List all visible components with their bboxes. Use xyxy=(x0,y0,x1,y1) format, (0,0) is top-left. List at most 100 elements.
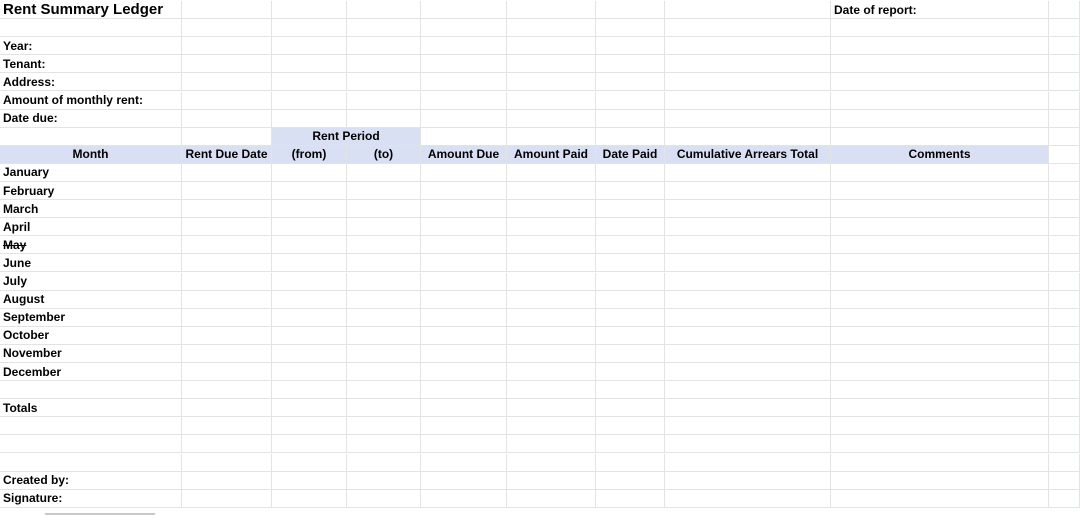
cell-r3-c8[interactable] xyxy=(831,55,1049,74)
month-september[interactable]: September xyxy=(0,308,182,327)
cell-r3-c5[interactable] xyxy=(507,55,596,74)
cell-r22-c8[interactable] xyxy=(831,399,1049,418)
cell-r1-c4[interactable] xyxy=(421,19,507,38)
cell-r21-c0[interactable] xyxy=(0,381,182,400)
cell-r9-c1[interactable] xyxy=(182,163,272,182)
cell-r19-c1[interactable] xyxy=(182,344,272,363)
cell-r19-c4[interactable] xyxy=(421,344,507,363)
cell-r10-c1[interactable] xyxy=(182,182,272,201)
cell-r10-c7[interactable] xyxy=(665,182,831,201)
cell-r12-c3[interactable] xyxy=(347,218,421,237)
cell-r4-c5[interactable] xyxy=(507,73,596,92)
cell-r26-c8[interactable] xyxy=(831,471,1049,490)
cell-r2-c8[interactable] xyxy=(831,37,1049,56)
cell-r23-c9[interactable] xyxy=(1049,417,1080,436)
cell-r12-c4[interactable] xyxy=(421,218,507,237)
cell-r1-c5[interactable] xyxy=(507,19,596,38)
cell-r0-c9[interactable] xyxy=(1049,1,1080,20)
cell-r23-c7[interactable] xyxy=(665,417,831,436)
cell-r22-c1[interactable] xyxy=(182,399,272,418)
cell-r16-c3[interactable] xyxy=(347,290,421,309)
cell-r6-c1[interactable] xyxy=(182,109,272,128)
cell-r24-c7[interactable] xyxy=(665,435,831,454)
cell-r23-c3[interactable] xyxy=(347,417,421,436)
cell-r6-c9[interactable] xyxy=(1049,109,1080,128)
cell-r6-c8[interactable] xyxy=(831,109,1049,128)
cell-r14-c5[interactable] xyxy=(507,254,596,273)
month-july[interactable]: July xyxy=(0,272,182,291)
cell-r19-c6[interactable] xyxy=(596,344,665,363)
cell-r12-c2[interactable] xyxy=(272,218,347,237)
cell-r5-c4[interactable] xyxy=(421,91,507,110)
cell-r26-c1[interactable] xyxy=(182,471,272,490)
cell-r15-c9[interactable] xyxy=(1049,272,1080,291)
cell-r6-c4[interactable] xyxy=(421,109,507,128)
cell-r13-c2[interactable] xyxy=(272,236,347,255)
cell-r7-c0[interactable] xyxy=(0,127,182,146)
cell-r11-c7[interactable] xyxy=(665,200,831,219)
cell-r2-c1[interactable] xyxy=(182,37,272,56)
cell-r1-c2[interactable] xyxy=(272,19,347,38)
cell-r2-c2[interactable] xyxy=(272,37,347,56)
cell-r26-c9[interactable] xyxy=(1049,471,1080,490)
cell-r21-c4[interactable] xyxy=(421,381,507,400)
cell-r3-c1[interactable] xyxy=(182,55,272,74)
month-january[interactable]: January xyxy=(0,163,182,182)
month-header[interactable]: Month xyxy=(0,145,182,164)
cell-r3-c3[interactable] xyxy=(347,55,421,74)
address-label[interactable]: Address: xyxy=(0,73,182,92)
cell-r20-c7[interactable] xyxy=(665,363,831,382)
cell-r11-c2[interactable] xyxy=(272,200,347,219)
cell-r24-c1[interactable] xyxy=(182,435,272,454)
month-october[interactable]: October xyxy=(0,326,182,345)
cell-r0-c1[interactable] xyxy=(182,1,272,20)
cell-r20-c4[interactable] xyxy=(421,363,507,382)
cell-r24-c3[interactable] xyxy=(347,435,421,454)
cell-r27-c2[interactable] xyxy=(272,489,347,508)
cell-r25-c4[interactable] xyxy=(421,453,507,472)
cell-r23-c2[interactable] xyxy=(272,417,347,436)
cell-r19-c7[interactable] xyxy=(665,344,831,363)
cell-r1-c9[interactable] xyxy=(1049,19,1080,38)
cell-r4-c6[interactable] xyxy=(596,73,665,92)
cell-r25-c0[interactable] xyxy=(0,453,182,472)
cell-r10-c4[interactable] xyxy=(421,182,507,201)
cell-r17-c8[interactable] xyxy=(831,308,1049,327)
monthly-rent-label[interactable]: Amount of monthly rent: xyxy=(0,91,182,110)
cell-r27-c6[interactable] xyxy=(596,489,665,508)
cell-r19-c2[interactable] xyxy=(272,344,347,363)
cell-r2-c3[interactable] xyxy=(347,37,421,56)
cell-r15-c4[interactable] xyxy=(421,272,507,291)
cell-r2-c6[interactable] xyxy=(596,37,665,56)
cell-r23-c0[interactable] xyxy=(0,417,182,436)
cell-r11-c1[interactable] xyxy=(182,200,272,219)
cell-r12-c6[interactable] xyxy=(596,218,665,237)
cell-r14-c8[interactable] xyxy=(831,254,1049,273)
cell-r16-c1[interactable] xyxy=(182,290,272,309)
cell-r4-c7[interactable] xyxy=(665,73,831,92)
cell-r26-c6[interactable] xyxy=(596,471,665,490)
cell-r24-c6[interactable] xyxy=(596,435,665,454)
cell-r4-c9[interactable] xyxy=(1049,73,1080,92)
cell-r9-c3[interactable] xyxy=(347,163,421,182)
cell-r13-c1[interactable] xyxy=(182,236,272,255)
cell-r21-c9[interactable] xyxy=(1049,381,1080,400)
cell-r24-c8[interactable] xyxy=(831,435,1049,454)
cell-r18-c5[interactable] xyxy=(507,326,596,345)
cell-r4-c1[interactable] xyxy=(182,73,272,92)
cell-r13-c3[interactable] xyxy=(347,236,421,255)
cell-r17-c1[interactable] xyxy=(182,308,272,327)
cell-r2-c5[interactable] xyxy=(507,37,596,56)
cell-r6-c5[interactable] xyxy=(507,109,596,128)
cell-r20-c3[interactable] xyxy=(347,363,421,382)
cell-r5-c8[interactable] xyxy=(831,91,1049,110)
cell-r5-c6[interactable] xyxy=(596,91,665,110)
cell-r13-c8[interactable] xyxy=(831,236,1049,255)
cell-r7-c5[interactable] xyxy=(507,127,596,146)
cell-r10-c2[interactable] xyxy=(272,182,347,201)
cell-r27-c7[interactable] xyxy=(665,489,831,508)
cell-r24-c2[interactable] xyxy=(272,435,347,454)
cell-r15-c8[interactable] xyxy=(831,272,1049,291)
cell-r23-c4[interactable] xyxy=(421,417,507,436)
period-to-header[interactable]: (to) xyxy=(347,145,421,164)
